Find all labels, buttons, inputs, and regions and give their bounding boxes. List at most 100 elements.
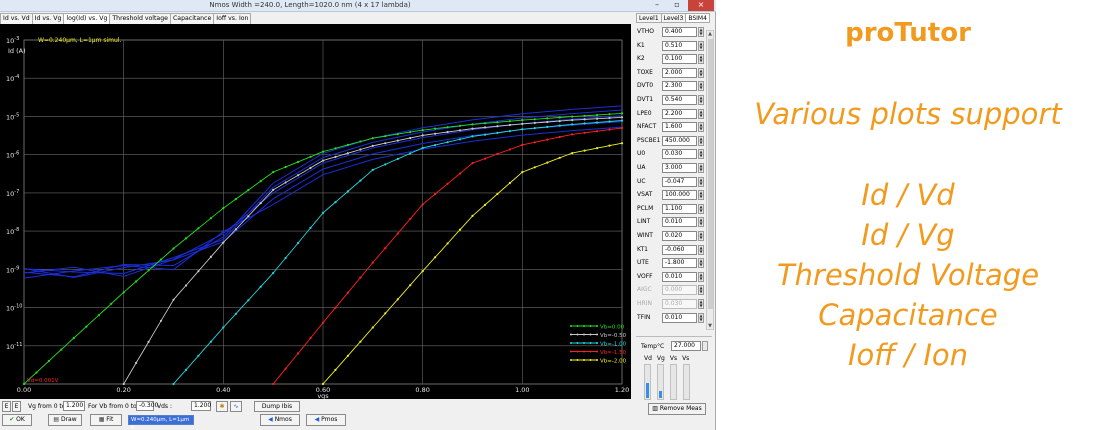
nmos-button[interactable]: ◀ Nmos <box>260 414 300 426</box>
param-input-vsat[interactable]: 100.000 <box>662 190 697 201</box>
param-spinner[interactable]: ▲ ▼ <box>698 285 704 296</box>
param-input-vtho[interactable]: 0.400 <box>662 27 697 37</box>
param-input-dvt1[interactable]: 0.540 <box>662 95 697 105</box>
param-input-lint[interactable]: 0.010 <box>662 217 697 228</box>
ok-button[interactable]: ✔ OK <box>2 414 32 426</box>
series-point-2 <box>172 382 175 386</box>
param-spinner[interactable]: ▲ ▼ <box>698 299 704 309</box>
series-point-0 <box>483 122 487 125</box>
ok-label: OK <box>16 416 25 423</box>
scroll-up-icon[interactable]: ▲ <box>707 31 713 37</box>
param-input-tfin[interactable]: 0.010 <box>662 312 697 323</box>
param-input-hrin[interactable]: 0.030 <box>662 299 697 309</box>
param-input-aigc[interactable]: 0.000 <box>662 285 697 296</box>
series-point-4 <box>521 171 524 174</box>
param-spinner[interactable]: ▲ ▼ <box>698 81 704 92</box>
param-input-pclm[interactable]: 1.100 <box>662 203 697 214</box>
param-spinner[interactable]: ▲ ▼ <box>698 122 704 133</box>
param-input-wint[interactable]: 0.020 <box>662 231 697 241</box>
tab-ioff-ion[interactable]: Ioff vs. Ion <box>213 13 252 24</box>
param-spinner[interactable]: ▲ ▼ <box>698 217 704 228</box>
param-input-voff[interactable]: 0.010 <box>662 271 697 282</box>
param-input-pscbe1[interactable]: 450.000 <box>662 135 697 146</box>
temperature-input[interactable]: 27.000 <box>671 341 701 351</box>
param-spinner[interactable]: ▲ ▼ <box>698 95 704 105</box>
param-input-kt1[interactable]: -0.060 <box>662 244 697 255</box>
vb-input[interactable]: -0.300 <box>136 401 158 411</box>
series-point-0 <box>321 150 325 153</box>
legend-marker <box>583 333 585 336</box>
param-input-uc[interactable]: -0.047 <box>662 176 697 187</box>
voltage-slider-0[interactable] <box>644 364 651 400</box>
list-item: Ioff / Ion <box>847 338 969 372</box>
param-spinner[interactable]: ▲ ▼ <box>698 67 704 78</box>
draw-button[interactable]: ▤ Draw <box>48 414 82 426</box>
vg-input[interactable]: 1.200 <box>63 401 85 411</box>
param-spinner[interactable]: ▲ ▼ <box>698 244 704 255</box>
log-id-vg-chart[interactable]: 0.00 0.20 0.40 0.60 0.80 1.00 1.20 10-3 10-4 10-5… <box>0 24 631 399</box>
export-e2-button[interactable]: E <box>12 401 21 412</box>
voltage-slider-3[interactable] <box>683 364 690 400</box>
param-spinner[interactable]: ▲ ▼ <box>698 135 704 146</box>
dump-ibis-button[interactable]: Dump Ibis <box>254 401 300 412</box>
param-label: UTE <box>637 259 649 267</box>
param-input-toxe[interactable]: 2.000 <box>662 67 697 78</box>
tab-capacitance[interactable]: Capacitance <box>169 13 215 24</box>
param-spinner[interactable]: ▲ ▼ <box>698 54 704 65</box>
param-input-ua[interactable]: 3.000 <box>662 163 697 173</box>
voltage-slider-1[interactable] <box>657 364 664 400</box>
param-spinner[interactable]: ▲ ▼ <box>698 271 704 282</box>
param-spinner[interactable]: ▲ ▼ <box>698 176 704 187</box>
temperature-panel: Temp°C 27.000 Vd Vg Vs Vs ▥ Remove Meas <box>636 336 712 418</box>
list-item: Id / Vd <box>861 178 955 212</box>
param-input-nfact[interactable]: 1.600 <box>662 122 697 133</box>
tab-threshold-voltage[interactable]: Threshold voltage <box>109 13 171 24</box>
temperature-spinner[interactable] <box>702 341 708 351</box>
param-input-ute[interactable]: -1.800 <box>662 258 697 269</box>
series-point-2 <box>409 152 412 155</box>
param-spinner[interactable]: ▲ ▼ <box>698 27 704 37</box>
y-tick-label: 10-11 <box>6 342 22 351</box>
param-spinner[interactable]: ▲ ▼ <box>698 190 704 201</box>
param-spinner[interactable]: ▲ ▼ <box>698 258 704 269</box>
param-spinner[interactable]: ▲ ▼ <box>698 108 704 119</box>
param-spinner[interactable]: ▲ ▼ <box>698 203 704 214</box>
param-input-u0[interactable]: 0.030 <box>662 149 697 160</box>
param-input-lpe0[interactable]: 2.200 <box>662 108 697 119</box>
param-spinner[interactable]: ▲ ▼ <box>698 149 704 160</box>
scroll-down-icon[interactable]: ▼ <box>707 323 713 329</box>
param-spinner[interactable]: ▲ ▼ <box>698 312 704 323</box>
remove-meas-button[interactable]: ▥ Remove Meas <box>648 403 706 415</box>
settings-gear-icon[interactable]: ✱ <box>216 401 228 412</box>
param-spinner[interactable]: ▲ ▼ <box>698 231 704 241</box>
device-select[interactable]: W=0.240µm, L=1µm ▾ <box>128 415 194 430</box>
tab-level3[interactable]: Level3 <box>660 13 687 23</box>
param-input-k2[interactable]: 0.100 <box>662 54 697 65</box>
scroll-thumb[interactable] <box>708 39 713 309</box>
series-point-2 <box>359 179 362 182</box>
voltage-slider-2[interactable] <box>670 364 677 400</box>
parameter-scrollbar[interactable]: ▲ ▼ <box>706 30 714 330</box>
curve-icon[interactable]: ∿ <box>230 401 242 412</box>
fit-button[interactable]: ▦ Fit <box>90 414 122 426</box>
y-tick-label: 10-5 <box>6 112 19 121</box>
series-point-1 <box>620 116 624 119</box>
param-input-dvt0[interactable]: 2.300 <box>662 81 697 92</box>
series-point-1 <box>172 298 175 301</box>
restore-icon[interactable]: ▫ <box>668 0 686 11</box>
tab-level1[interactable]: Level1 <box>636 13 662 23</box>
tab-bsim4[interactable]: BSIM4 <box>685 13 710 23</box>
pmos-button[interactable]: ◀ Pmos <box>306 414 346 426</box>
tab-log-id-vg[interactable]: log(Id) vs. Vg <box>63 13 111 24</box>
param-spinner[interactable]: ▲ ▼ <box>698 163 704 173</box>
export-e-button[interactable]: E <box>2 401 11 412</box>
minimize-icon[interactable]: – <box>648 0 666 11</box>
param-label: VTHO <box>637 28 655 35</box>
close-icon[interactable]: × <box>688 0 714 11</box>
tab-id-vd[interactable]: Id vs. Vd <box>0 13 33 24</box>
tab-id-vg[interactable]: Id vs. Vg <box>31 13 65 24</box>
param-input-k1[interactable]: 0.510 <box>662 40 697 51</box>
param-spinner[interactable]: ▲ ▼ <box>698 40 704 51</box>
series-point-0 <box>297 160 300 163</box>
vds-input[interactable]: 1.200 <box>191 401 211 411</box>
